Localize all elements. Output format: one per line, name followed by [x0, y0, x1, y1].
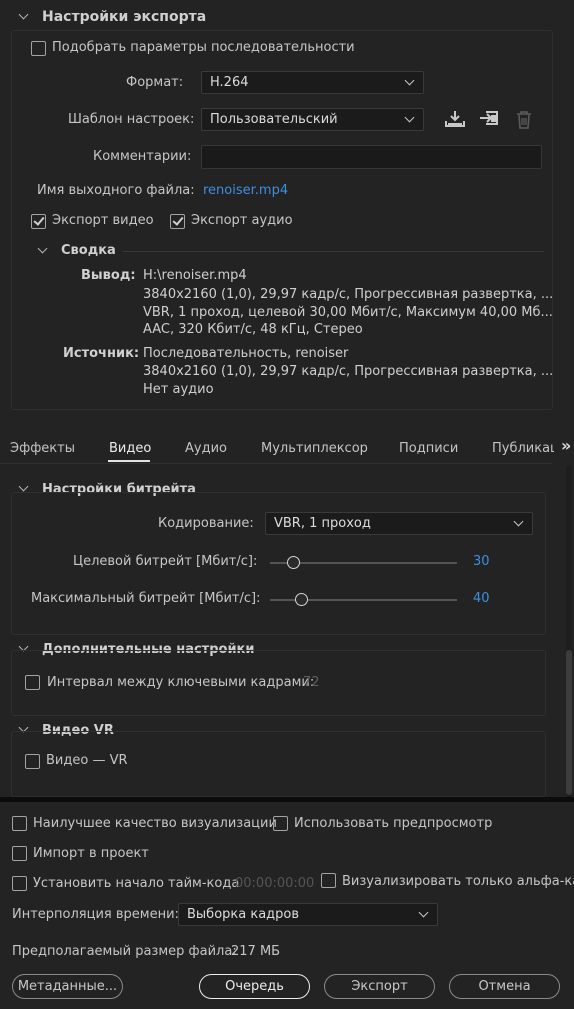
- file-size-label: Предполагаемый размер файла:: [12, 944, 237, 959]
- tab-publish[interactable]: Публикац: [492, 441, 554, 456]
- summary-source-line: Нет аудио: [143, 382, 214, 397]
- summary-source-line: Последовательность, renoiser: [143, 346, 349, 361]
- summary-output-line: AAC, 320 Кбит/с, 48 кГц, Стерео: [143, 322, 363, 337]
- chevron-down-icon: [404, 75, 415, 86]
- match-sequence-label: Подобрать параметры последовательности: [52, 40, 355, 55]
- timecode-checkbox[interactable]: [12, 876, 27, 891]
- preset-dropdown[interactable]: Пользовательский: [201, 108, 424, 131]
- keyframe-label: Интервал между ключевыми кадрами:: [47, 675, 315, 690]
- import-preset-icon[interactable]: [478, 109, 500, 129]
- export-video-label: Экспорт видео: [52, 213, 154, 228]
- tab-active-underline: [108, 460, 150, 462]
- trash-icon[interactable]: [515, 110, 533, 130]
- vr-checkbox[interactable]: [25, 754, 40, 769]
- summary-title: Сводка: [61, 243, 116, 258]
- best-quality-checkbox[interactable]: [12, 816, 27, 831]
- scrollbar-thumb[interactable]: [566, 650, 572, 795]
- save-preset-icon[interactable]: [444, 109, 466, 129]
- comments-label: Комментарии:: [93, 149, 192, 164]
- target-bitrate-label: Целевой битрейт [Мбит/с]:: [73, 554, 258, 569]
- alpha-only-checkbox[interactable]: [321, 873, 336, 888]
- chevron-down-icon: [404, 112, 415, 123]
- tab-effects[interactable]: Эффекты: [10, 441, 75, 456]
- queue-button[interactable]: Очередь: [199, 974, 310, 999]
- encoding-value: VBR, 1 проход: [274, 516, 371, 531]
- summary-source-label: Источник:: [63, 346, 140, 361]
- keyframe-value[interactable]: 72: [303, 675, 320, 690]
- summary-output-label: Вывод:: [81, 268, 136, 283]
- tab-captions[interactable]: Подписи: [399, 441, 458, 456]
- vr-label: Видео — VR: [46, 753, 128, 768]
- export-settings-title: Настройки экспорта: [42, 9, 207, 25]
- max-bitrate-label: Максимальный битрейт [Мбит/с]:: [31, 591, 261, 606]
- chevron-down-icon: [513, 516, 524, 527]
- metadata-button[interactable]: Метаданные...: [12, 974, 123, 999]
- target-bitrate-thumb[interactable]: [287, 556, 300, 569]
- export-button[interactable]: Экспорт: [324, 974, 435, 999]
- time-interpolation-dropdown[interactable]: Выборка кадров: [178, 903, 438, 926]
- time-interpolation-label: Интерполяция времени:: [12, 907, 179, 922]
- timecode-label: Установить начало тайм-кода: [33, 876, 240, 891]
- tabs-divider: [0, 463, 552, 464]
- export-video-checkbox[interactable]: [31, 214, 46, 229]
- format-dropdown[interactable]: H.264: [201, 71, 424, 94]
- output-name-label: Имя выходного файла:: [37, 183, 195, 198]
- max-bitrate-thumb[interactable]: [295, 593, 308, 606]
- output-name-link[interactable]: renoiser.mp4: [203, 183, 288, 198]
- tab-multiplexer[interactable]: Мультиплексор: [261, 441, 368, 456]
- preset-label: Шаблон настроек:: [68, 112, 195, 127]
- match-sequence-checkbox[interactable]: [31, 41, 46, 56]
- chevron-down-icon: [418, 907, 429, 918]
- import-project-label: Импорт в проект: [33, 846, 149, 861]
- timecode-value[interactable]: 00:00:00:00: [235, 876, 314, 891]
- target-bitrate-value[interactable]: 30: [473, 554, 490, 569]
- summary-output-line: VBR, 1 проход, целевой 30,00 Мбит/с, Мак…: [143, 305, 553, 320]
- summary-output-line: H:\renoiser.mp4: [143, 268, 247, 283]
- tabs-more-button[interactable]: »: [561, 436, 571, 455]
- file-size-value: 217 МБ: [231, 944, 281, 959]
- preset-value: Пользовательский: [210, 112, 338, 127]
- tab-audio[interactable]: Аудио: [185, 441, 227, 456]
- encoding-label: Кодирование:: [158, 516, 254, 531]
- comments-input[interactable]: [201, 145, 542, 169]
- format-value: H.264: [210, 75, 249, 90]
- use-preview-label: Использовать предпросмотр: [294, 816, 493, 831]
- keyframe-checkbox[interactable]: [25, 675, 40, 690]
- summary-source-line: 3840x2160 (1,0), 29,97 кадр/с, Прогресси…: [143, 364, 554, 379]
- summary-divider: [123, 251, 544, 252]
- use-preview-checkbox[interactable]: [273, 816, 288, 831]
- collapse-bitrate-icon[interactable]: [18, 481, 29, 492]
- time-interpolation-value: Выборка кадров: [187, 907, 300, 922]
- export-audio-checkbox[interactable]: [170, 214, 185, 229]
- encoding-dropdown[interactable]: VBR, 1 проход: [265, 512, 533, 535]
- max-bitrate-value[interactable]: 40: [473, 591, 490, 606]
- import-project-checkbox[interactable]: [12, 846, 27, 861]
- cancel-button[interactable]: Отмена: [449, 974, 560, 999]
- best-quality-label: Наилучшее качество визуализации: [33, 816, 277, 831]
- summary-output-line: 3840x2160 (1,0), 29,97 кадр/с, Прогресси…: [143, 287, 554, 302]
- collapse-export-settings-icon[interactable]: [18, 9, 29, 20]
- alpha-only-label: Визуализировать только альфа-канал: [342, 874, 574, 889]
- export-audio-label: Экспорт аудио: [191, 213, 293, 228]
- format-label: Формат:: [126, 75, 184, 90]
- tab-video[interactable]: Видео: [109, 441, 151, 456]
- section-divider: [0, 797, 574, 802]
